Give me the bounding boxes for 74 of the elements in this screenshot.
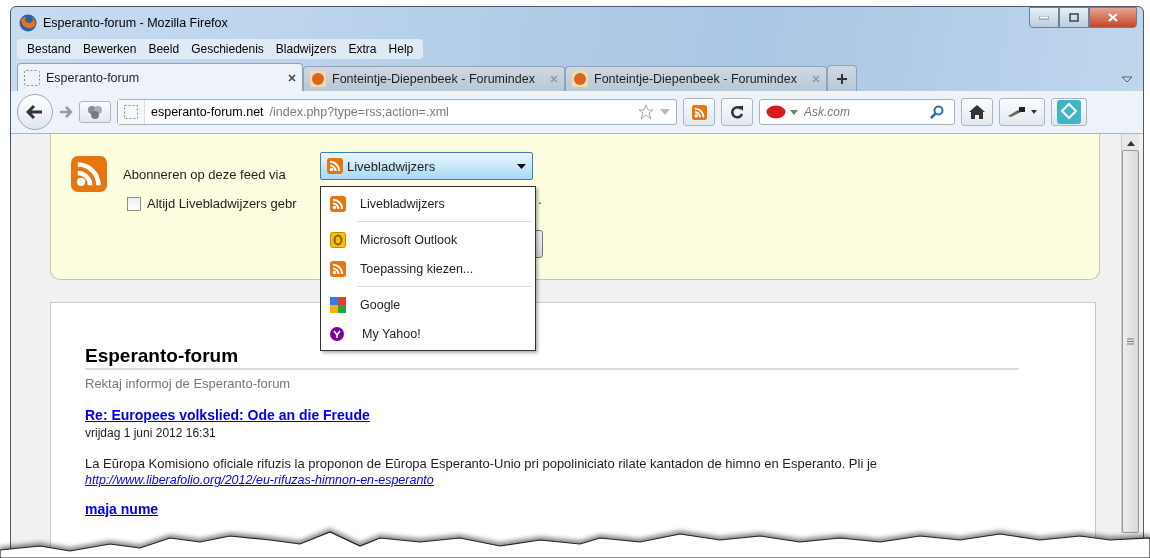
maximize-icon	[1069, 13, 1079, 22]
home-button[interactable]	[961, 98, 993, 126]
menu-item[interactable]: Google	[321, 290, 535, 319]
addon-button[interactable]	[1051, 98, 1087, 126]
search-icon[interactable]	[930, 105, 944, 119]
new-tab-button[interactable]	[827, 65, 857, 91]
menu-item[interactable]: Bewerken	[77, 41, 143, 57]
entry-title-link[interactable]: maja nume	[85, 501, 159, 517]
feed-icon	[327, 158, 343, 174]
eyedropper-icon	[1007, 107, 1025, 117]
dropdown-arrow-icon[interactable]	[1121, 76, 1133, 83]
site-icon	[310, 71, 326, 87]
feed-icon	[330, 195, 346, 212]
feed-icon	[691, 104, 707, 120]
menu-item[interactable]: Extra	[342, 41, 383, 57]
forward-arrow-icon[interactable]	[59, 106, 73, 118]
entry-date: vrijdag 1 juni 2012 16:31	[85, 426, 217, 440]
menu-item[interactable]: Bestand	[21, 41, 78, 57]
entry-text: La Eŭropa Komisiono oficiale rifuzis la proponon de Eŭropa Esperanto-Unio pri popoliniciato rilate kantadon de himno en Esperanto. Pli je	[85, 456, 879, 471]
browser-tab[interactable]: Esperanto-forum	[17, 63, 303, 91]
close-icon	[1108, 13, 1118, 22]
addon-button[interactable]	[79, 101, 111, 123]
menu-item[interactable]: Livebladwijzers	[321, 189, 535, 218]
caret-icon	[1031, 110, 1037, 114]
caret-icon	[517, 163, 526, 169]
circles-icon	[87, 105, 103, 119]
punctuation-text: .	[538, 192, 542, 207]
eyedropper-button[interactable]	[999, 98, 1045, 126]
search-input[interactable]: Ask.com	[802, 104, 926, 120]
feed-icon	[71, 156, 107, 192]
dropdown-arrow-icon[interactable]	[790, 109, 798, 115]
browser-tab[interactable]: Fonteintje-Diepenbeek - Forumindex	[565, 66, 827, 91]
menu-item[interactable]: My Yahoo!	[321, 319, 535, 348]
plus-icon	[836, 72, 848, 85]
minimize-button[interactable]	[1029, 7, 1059, 28]
menu-item[interactable]: Geschiedenis	[185, 41, 270, 57]
menu-item[interactable]: Bladwijzers	[269, 41, 343, 57]
minimize-icon	[1039, 15, 1049, 20]
reader-dropdown[interactable]: Livebladwijzers	[320, 152, 533, 180]
colored-squares-icon	[330, 296, 346, 313]
home-icon	[969, 105, 985, 119]
feed-button[interactable]	[683, 98, 715, 126]
address-bar[interactable]: esperanto-forum.net /index.php?type=rss;action=.xml	[117, 99, 677, 125]
back-arrow-icon	[26, 104, 44, 120]
blank-page-icon	[24, 69, 40, 86]
scrollbar[interactable]	[1121, 134, 1139, 533]
site-icon	[572, 71, 588, 87]
blank-page-icon	[124, 105, 138, 119]
menu-item[interactable]: Toepassing kiezen...	[321, 254, 535, 283]
back-button[interactable]	[17, 94, 53, 130]
up-arrow-icon[interactable]	[1126, 141, 1135, 146]
window-title: Esperanto-forum - Mozilla Firefox	[43, 16, 228, 30]
close-icon[interactable]	[288, 73, 296, 82]
browser-tab[interactable]: Fonteintje-Diepenbeek - Forumindex	[303, 66, 565, 91]
grip-icon	[1127, 338, 1134, 345]
entry-title-link[interactable]: Re: Europees volkslied: Ode an die Freude	[85, 407, 370, 423]
feed-subtitle: Rektaj informoj de Esperanto-forum	[85, 376, 292, 391]
checkbox-label: Altijd Livebladwijzers gebr	[147, 196, 297, 211]
menu-item[interactable]: Microsoft Outlook	[321, 225, 535, 254]
feed-icon	[330, 260, 346, 277]
reload-button[interactable]	[721, 98, 753, 126]
menu-item[interactable]: Help	[382, 41, 420, 57]
reload-icon	[730, 105, 744, 119]
checkbox[interactable]	[127, 196, 141, 211]
maximize-button[interactable]	[1059, 7, 1089, 28]
search-box[interactable]: Ask.com	[759, 99, 955, 125]
entry-link[interactable]: http://www.liberafolio.org/2012/eu-rifuzas-himnon-en-esperanto	[85, 473, 434, 487]
menu-item[interactable]: Beeld	[142, 41, 186, 57]
close-button[interactable]	[1089, 7, 1137, 28]
star-icon[interactable]	[638, 104, 654, 120]
firefox-logo-icon	[19, 14, 37, 32]
subscribe-label: Abonneren op deze feed via	[123, 166, 286, 182]
feed-title: Esperanto-forum	[85, 345, 1019, 370]
envelope-icon	[330, 231, 346, 248]
